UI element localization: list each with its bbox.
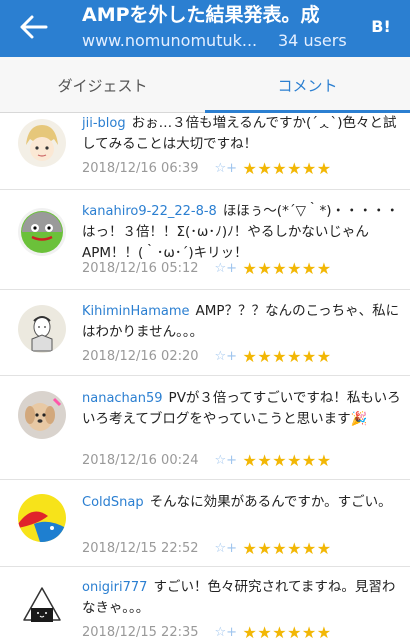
entry-domain[interactable]: www.nomunomutuk... — [82, 30, 262, 52]
star-rating: ★★★★★★ — [242, 538, 332, 558]
tab-bar: ダイジェスト コメント — [0, 57, 410, 113]
list-item: jii-blog おぉ…３倍も増えるんですか(´ᆺ`)色々と試してみることは大切で… — [0, 113, 410, 190]
comment-body: ColdSnap そんなに効果があるんですか。すごい。 — [82, 492, 402, 513]
avatar[interactable] — [18, 208, 66, 256]
add-star-icon[interactable]: ☆+ — [215, 161, 238, 176]
page-title: AMPを外した結果発表。成 — [82, 4, 320, 26]
comment-date: 2018/12/16 02:20 — [82, 348, 199, 364]
comment-meta: 2018/12/16 00:24 ☆+ ★★★★★★ — [82, 450, 382, 470]
comment-date: 2018/12/16 05:12 — [82, 260, 199, 276]
hatena-bookmark-button[interactable]: B! — [368, 13, 394, 39]
avatar[interactable] — [18, 119, 66, 167]
comment-user[interactable]: onigiri777 — [82, 580, 147, 595]
comment-body: KihiminHamame AMP？？？なんのこっちゃ、私にはわかりません。。。 — [82, 301, 402, 343]
comment-user[interactable]: nanachan59 — [82, 391, 163, 406]
list-item: KihiminHamame AMP？？？なんのこっちゃ、私にはわかりません。。。 … — [0, 290, 410, 376]
comment-meta: 2018/12/16 06:39 ☆+ ★★★★★★ — [82, 158, 382, 178]
list-item: onigiri777 すごい！色々研究されてますね。見習わなきゃ。。。 2018/… — [0, 567, 410, 640]
add-star-icon[interactable]: ☆+ — [215, 349, 238, 364]
tab-comment[interactable]: コメント — [205, 57, 410, 113]
comment-meta: 2018/12/15 22:52 ☆+ ★★★★★★ — [82, 538, 382, 558]
star-rating: ★★★★★★ — [242, 158, 332, 178]
avatar[interactable] — [18, 494, 66, 542]
comment-meta: 2018/12/16 05:12 ☆+ ★★★★★★ — [82, 258, 382, 278]
comment-text: おぉ…３倍も増えるんですか(´ᆺ`)色々と試してみることは大切ですね！ — [82, 115, 397, 152]
comment-list[interactable]: jii-blog おぉ…３倍も増えるんですか(´ᆺ`)色々と試してみることは大切で… — [0, 113, 410, 640]
list-item: kanahiro9-22_22-8-8 ほほぅ〜(*´▽｀*)・・・・・はっ！３倍… — [0, 190, 410, 290]
comment-body: onigiri777 すごい！色々研究されてますね。見習わなきゃ。。。 — [82, 577, 402, 619]
avatar[interactable] — [18, 391, 66, 439]
add-star-icon[interactable]: ☆+ — [215, 625, 238, 640]
comment-meta: 2018/12/15 22:35 ☆+ ★★★★★★ — [82, 622, 382, 640]
comment-date: 2018/12/16 00:24 — [82, 452, 199, 468]
list-item: nanachan59 PVが３倍ってすごいですね！私もいろいろ考えてブログをやって… — [0, 376, 410, 480]
star-rating: ★★★★★★ — [242, 622, 332, 640]
avatar[interactable] — [18, 305, 66, 353]
comment-user[interactable]: KihiminHamame — [82, 304, 190, 319]
tab-digest[interactable]: ダイジェスト — [0, 57, 205, 113]
hatena-bookmark-icon: B! — [371, 16, 391, 36]
bookmark-users-count[interactable]: 34 users — [278, 30, 347, 52]
app-header: AMPを外した結果発表。成 www.nomunomutuk... 34 user… — [0, 0, 410, 57]
comment-user[interactable]: kanahiro9-22_22-8-8 — [82, 204, 217, 219]
comment-body: kanahiro9-22_22-8-8 ほほぅ〜(*´▽｀*)・・・・・はっ！３倍… — [82, 201, 402, 264]
comment-date: 2018/12/15 22:35 — [82, 624, 199, 640]
comment-date: 2018/12/15 22:52 — [82, 540, 199, 556]
list-item: ColdSnap そんなに効果があるんですか。すごい。 2018/12/15 22… — [0, 480, 410, 567]
add-star-icon[interactable]: ☆+ — [215, 541, 238, 556]
add-star-icon[interactable]: ☆+ — [215, 261, 238, 276]
comment-user[interactable]: jii-blog — [82, 116, 126, 131]
comment-body: nanachan59 PVが３倍ってすごいですね！私もいろいろ考えてブログをやって… — [82, 388, 402, 430]
star-rating: ★★★★★★ — [242, 450, 332, 470]
star-rating: ★★★★★★ — [242, 346, 332, 366]
star-rating: ★★★★★★ — [242, 258, 332, 278]
avatar[interactable] — [18, 582, 66, 630]
add-star-icon[interactable]: ☆+ — [215, 453, 238, 468]
comment-user[interactable]: ColdSnap — [82, 495, 144, 510]
comment-text: そんなに効果があるんですか。すごい。 — [149, 494, 392, 510]
arrow-left-icon — [20, 15, 48, 39]
back-button[interactable] — [18, 12, 50, 42]
comment-body: jii-blog おぉ…３倍も増えるんですか(´ᆺ`)色々と試してみることは大切で… — [82, 113, 402, 155]
comment-meta: 2018/12/16 02:20 ☆+ ★★★★★★ — [82, 346, 382, 366]
comment-date: 2018/12/16 06:39 — [82, 160, 199, 176]
